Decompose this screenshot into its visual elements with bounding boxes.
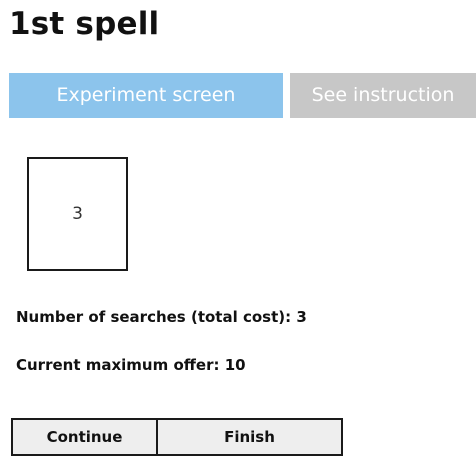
continue-button[interactable]: Continue [11, 418, 158, 456]
finish-button[interactable]: Finish [156, 418, 343, 456]
offer-card-value: 3 [72, 204, 83, 224]
searches-count-text: Number of searches (total cost): 3 [16, 308, 307, 326]
max-offer-text: Current maximum offer: 10 [16, 356, 246, 374]
offer-card: 3 [27, 157, 128, 271]
tab-see-instruction[interactable]: See instruction [290, 73, 476, 118]
tab-experiment-screen[interactable]: Experiment screen [9, 73, 283, 118]
experiment-page: 1st spell Experiment screen See instruct… [0, 0, 476, 457]
page-title: 1st spell [9, 6, 160, 42]
